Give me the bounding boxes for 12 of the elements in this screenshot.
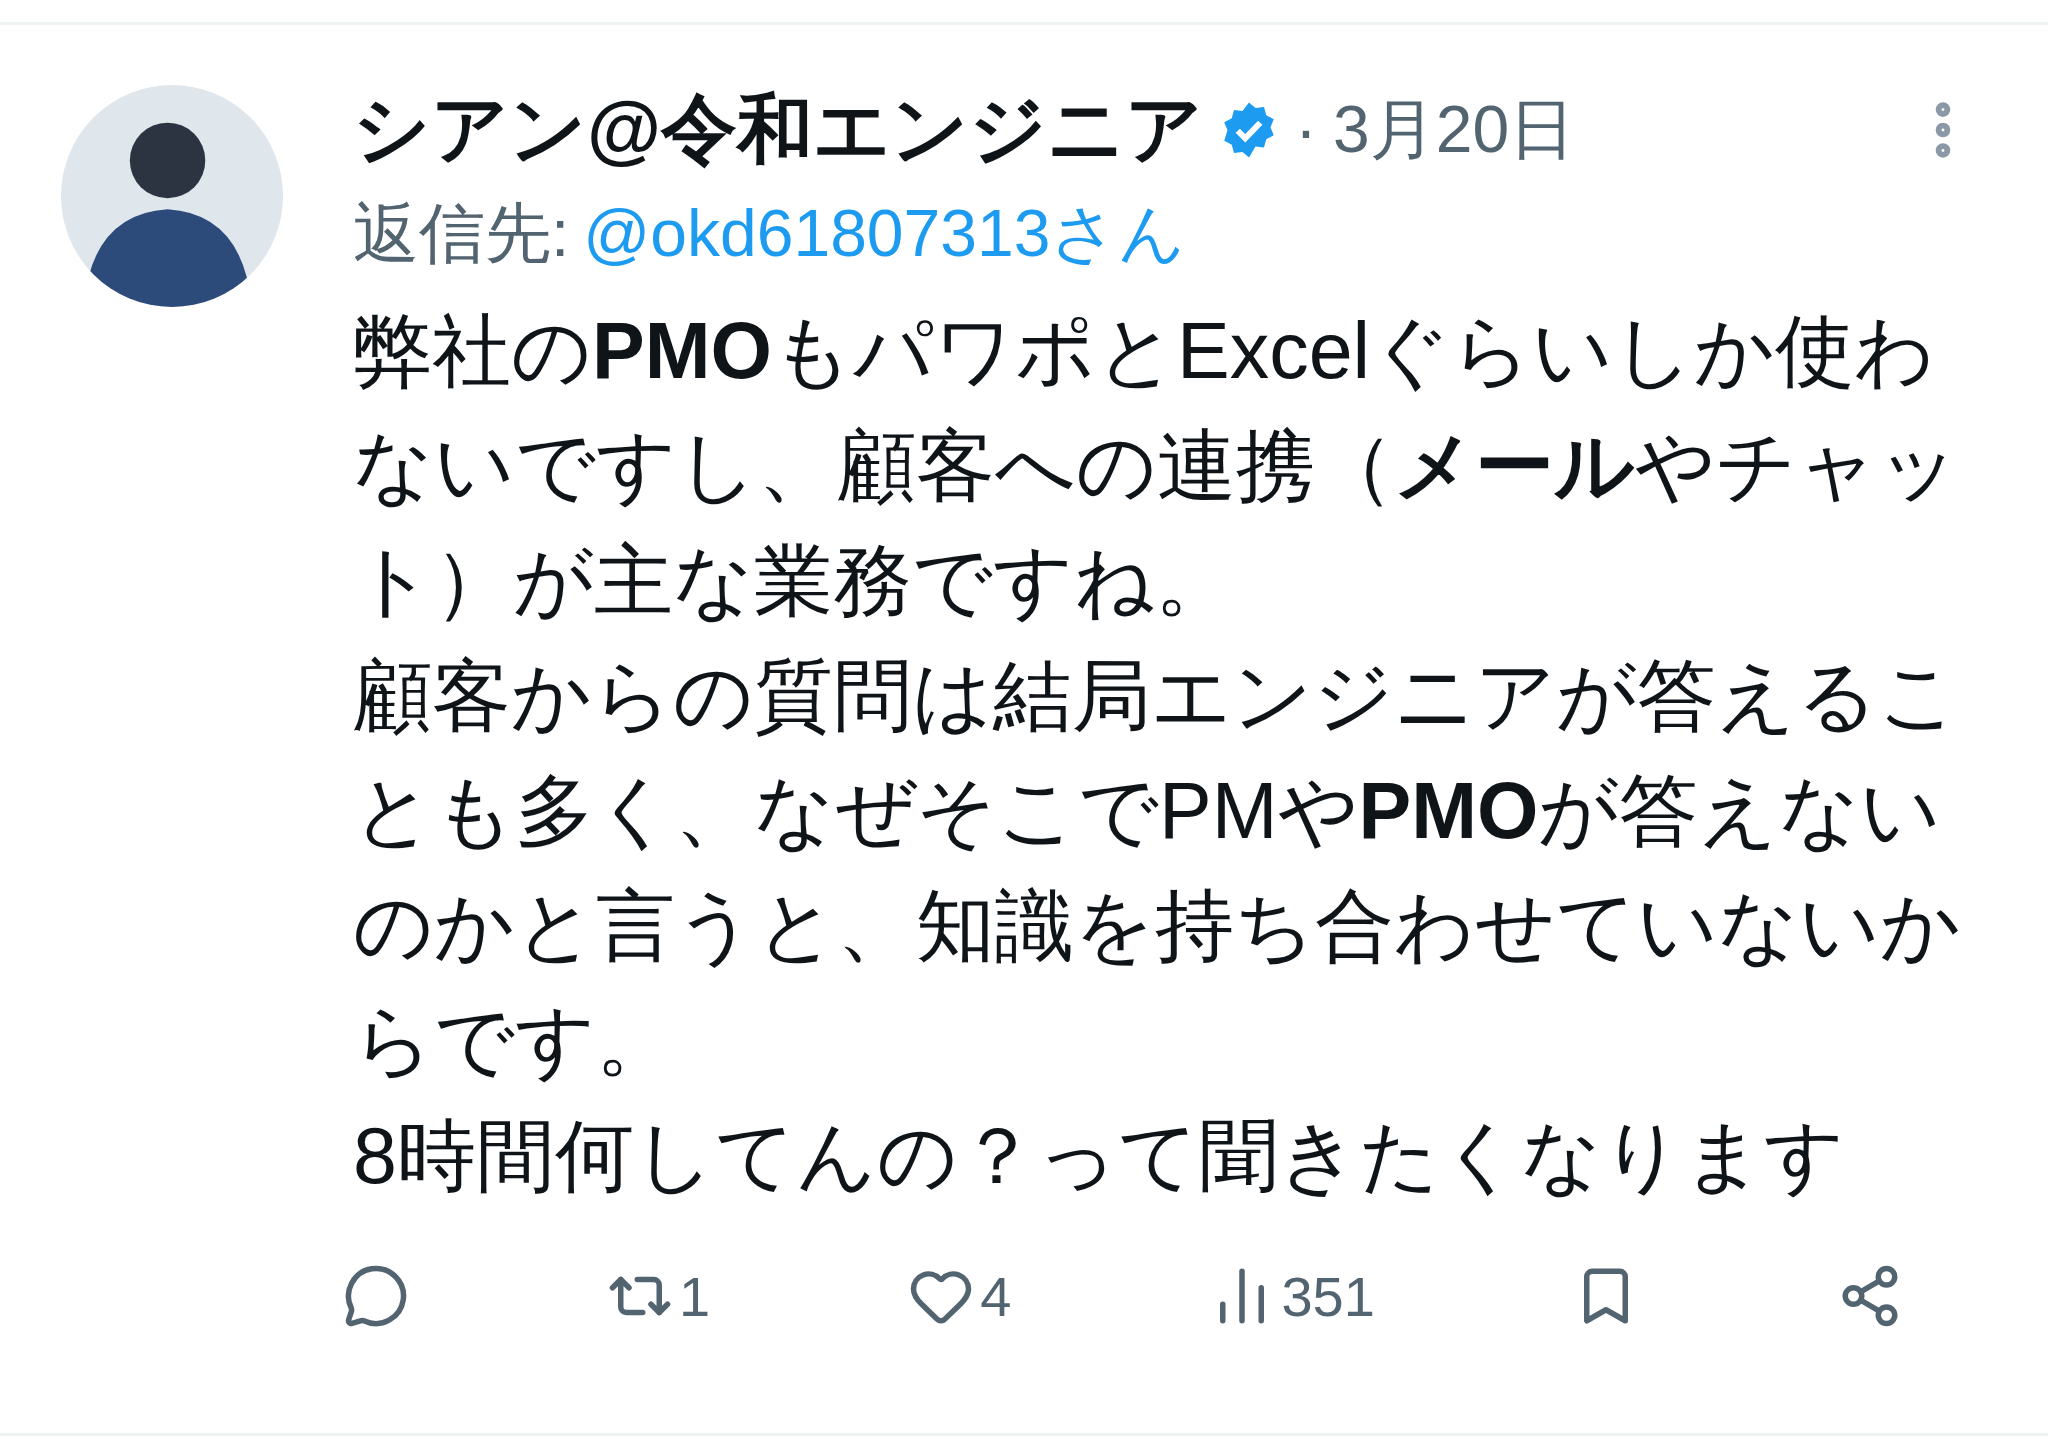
like-action[interactable]: 4 [908, 1263, 1012, 1329]
tweet-text: 顧客からの質問は結局エンジニアが答えることも多く、なぜそこでPMやPMOが答えないのかと言うと、知識を持ち合わせていないからです。 [353, 650, 1962, 1087]
tweet-text: 弊社のPMOもパワポとExcelぐらいしか使わないですし、顧客への連携（メールやチャット）が主な業務ですね。 [353, 305, 1960, 627]
separator-dot: · [1295, 92, 1318, 168]
views-action[interactable]: 351 [1209, 1263, 1375, 1329]
repost-action[interactable]: 1 [607, 1263, 711, 1329]
author-name[interactable]: シアン@令和エンジニア [353, 78, 1204, 182]
tweet-text: 8時間何してんの？って聞きたくなります [353, 1110, 1846, 1202]
reply-icon [343, 1263, 409, 1329]
reply-action[interactable] [343, 1263, 409, 1329]
reply-label: 返信先: [353, 195, 570, 272]
tweet-date[interactable]: 3月20日 [1333, 85, 1576, 175]
